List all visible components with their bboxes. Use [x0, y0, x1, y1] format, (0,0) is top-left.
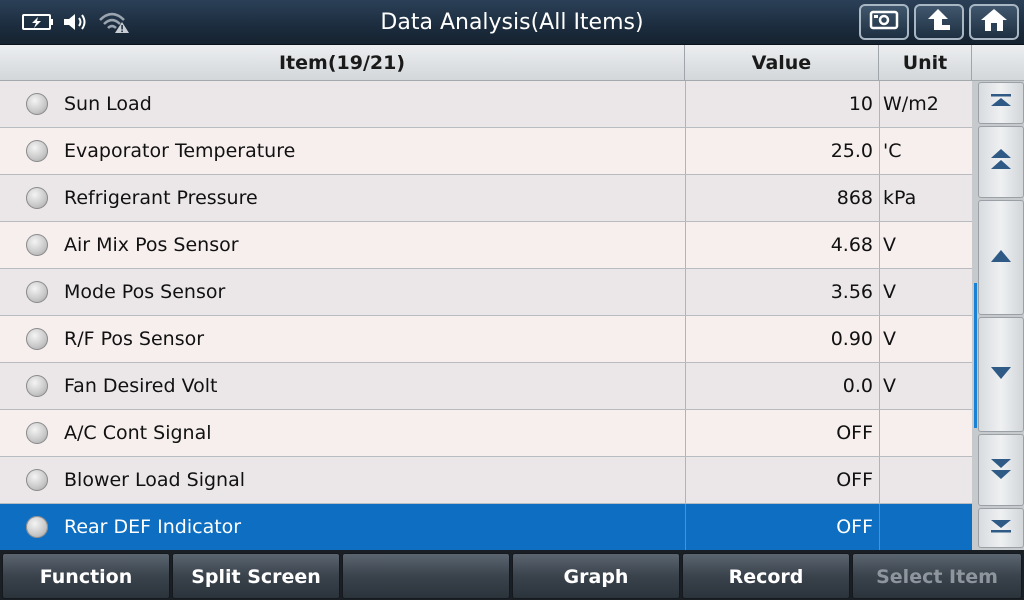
vertical-scrollbar[interactable]	[972, 45, 1024, 550]
home-button[interactable]	[969, 4, 1019, 40]
graph-button[interactable]: Graph	[512, 553, 680, 599]
row-unit: kPa	[879, 175, 972, 221]
row-value: 0.0	[685, 363, 873, 409]
column-header-item: Item(19/21)	[0, 45, 685, 80]
page-down-button[interactable]	[978, 434, 1024, 506]
function-bar: Function Split Screen Graph Record Selec…	[0, 550, 1024, 600]
row-unit	[879, 410, 972, 456]
row-indicator-icon	[26, 469, 48, 491]
row-name: Blower Load Signal	[64, 469, 246, 491]
scroll-up-button[interactable]	[978, 200, 1024, 315]
row-unit: V	[879, 222, 972, 268]
row-indicator-icon	[26, 375, 48, 397]
row-indicator-icon	[26, 234, 48, 256]
row-unit: V	[879, 316, 972, 362]
split-screen-button[interactable]: Split Screen	[172, 553, 340, 599]
title-bar: Data Analysis(All Items)	[0, 0, 1024, 45]
row-value: OFF	[685, 457, 873, 503]
table-row-selected[interactable]: Rear DEF Indicator OFF	[0, 504, 972, 551]
double-chevron-up-icon	[988, 147, 1014, 177]
row-indicator-icon	[26, 140, 48, 162]
row-indicator-icon	[26, 516, 48, 538]
table-rows: Sun Load 10 W/m2 Evaporator Temperature …	[0, 81, 972, 551]
scroll-top-button[interactable]	[978, 82, 1024, 124]
row-value: 4.68	[685, 222, 873, 268]
table-row[interactable]: Mode Pos Sensor 3.56 V	[0, 269, 972, 316]
table-row[interactable]: Blower Load Signal OFF	[0, 457, 972, 504]
row-unit: V	[879, 363, 972, 409]
row-value: 3.56	[685, 269, 873, 315]
row-name: Rear DEF Indicator	[64, 516, 242, 538]
row-value: OFF	[685, 504, 873, 550]
scroll-position-indicator[interactable]	[974, 283, 977, 428]
row-name: Mode Pos Sensor	[64, 281, 226, 303]
row-name: R/F Pos Sensor	[64, 328, 205, 350]
row-indicator-icon	[26, 281, 48, 303]
chevron-down-icon	[989, 365, 1013, 385]
screenshot-icon	[869, 9, 899, 35]
row-name: Evaporator Temperature	[64, 140, 296, 162]
double-chevron-down-icon	[988, 455, 1014, 485]
row-unit	[879, 504, 972, 550]
empty-button[interactable]	[342, 553, 510, 599]
row-unit	[879, 457, 972, 503]
row-value: OFF	[685, 410, 873, 456]
row-unit: W/m2	[879, 81, 972, 127]
table-row[interactable]: Refrigerant Pressure 868 kPa	[0, 175, 972, 222]
table-row[interactable]: Air Mix Pos Sensor 4.68 V	[0, 222, 972, 269]
column-header-value: Value	[685, 45, 879, 80]
scroll-top-icon	[988, 92, 1014, 114]
data-table: Item(19/21) Value Unit Sun Load 10 W/m2 …	[0, 45, 972, 551]
chevron-up-icon	[989, 248, 1013, 268]
screenshot-button[interactable]	[859, 4, 909, 40]
row-name: Fan Desired Volt	[64, 375, 218, 397]
row-value: 10	[685, 81, 873, 127]
scroll-bottom-icon	[988, 517, 1014, 539]
row-name: A/C Cont Signal	[64, 422, 212, 444]
table-row[interactable]: R/F Pos Sensor 0.90 V	[0, 316, 972, 363]
row-name: Air Mix Pos Sensor	[64, 234, 239, 256]
row-value: 868	[685, 175, 873, 221]
row-indicator-icon	[26, 328, 48, 350]
function-button[interactable]: Function	[2, 553, 170, 599]
scrollbar-header	[972, 45, 1024, 81]
select-item-button[interactable]: Select Item	[852, 553, 1022, 599]
row-name: Sun Load	[64, 93, 152, 115]
row-unit: V	[879, 269, 972, 315]
back-button[interactable]	[914, 4, 964, 40]
column-header-unit: Unit	[879, 45, 972, 80]
scroll-down-button[interactable]	[978, 317, 1024, 432]
row-indicator-icon	[26, 187, 48, 209]
row-name: Refrigerant Pressure	[64, 187, 258, 209]
back-icon	[924, 7, 954, 37]
table-header: Item(19/21) Value Unit	[0, 45, 972, 81]
table-row[interactable]: Evaporator Temperature 25.0 'C	[0, 128, 972, 175]
table-row[interactable]: Fan Desired Volt 0.0 V	[0, 363, 972, 410]
row-unit: 'C	[879, 128, 972, 174]
row-value: 0.90	[685, 316, 873, 362]
record-button[interactable]: Record	[682, 553, 850, 599]
row-indicator-icon	[26, 93, 48, 115]
row-value: 25.0	[685, 128, 873, 174]
scroll-bottom-button[interactable]	[978, 508, 1024, 548]
page-up-button[interactable]	[978, 126, 1024, 198]
row-indicator-icon	[26, 422, 48, 444]
table-row[interactable]: Sun Load 10 W/m2	[0, 81, 972, 128]
table-row[interactable]: A/C Cont Signal OFF	[0, 410, 972, 457]
home-icon	[979, 7, 1009, 37]
